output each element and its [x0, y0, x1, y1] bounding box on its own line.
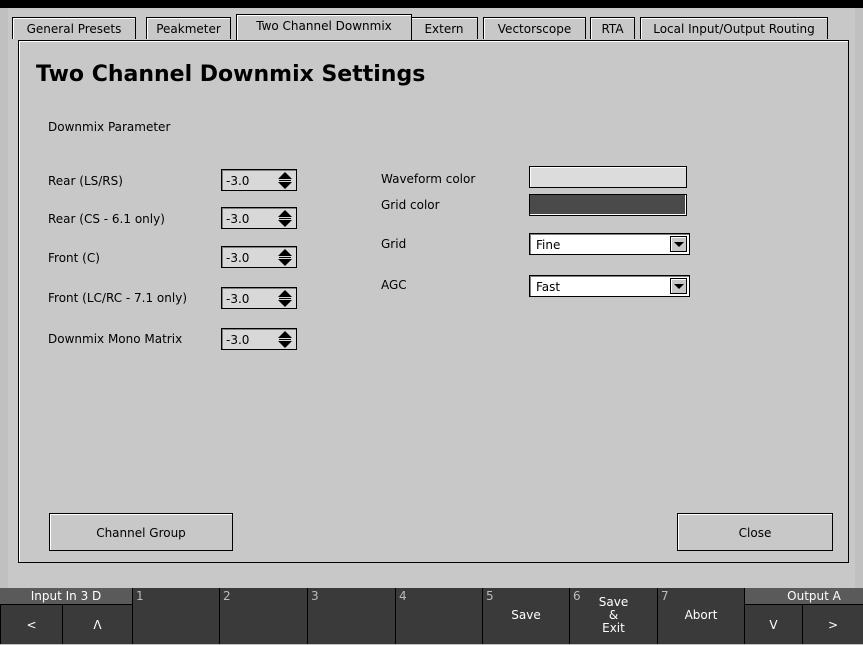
param-label-front-c: Front (C) — [48, 251, 100, 265]
agc-label: AGC — [381, 278, 407, 292]
save-exit-label-line2: & — [608, 608, 619, 622]
rear-ls-rs-stepper[interactable]: -3.0 — [221, 169, 297, 191]
up-down-arrows-icon[interactable] — [278, 290, 292, 307]
stepper-value: -3.0 — [226, 333, 250, 347]
softkey-number: 4 — [399, 589, 407, 603]
output-right-button[interactable]: > — [802, 604, 863, 644]
input-label: Input In 3 D — [30, 589, 102, 603]
agc-select[interactable]: Fast — [529, 275, 690, 297]
param-label-downmix-mono: Downmix Mono Matrix — [48, 332, 183, 346]
grid-color-swatch[interactable] — [529, 194, 687, 216]
param-label-rear-ls-rs: Rear (LS/RS) — [48, 174, 123, 188]
tab-two-channel-downmix[interactable]: Two Channel Downmix — [236, 14, 412, 40]
input-up-button[interactable]: Λ — [62, 604, 132, 644]
chevron-down-icon[interactable] — [670, 236, 687, 252]
up-down-arrows-icon[interactable] — [278, 249, 292, 266]
section-label: Downmix Parameter — [48, 120, 171, 134]
tab-rta[interactable]: RTA — [590, 17, 635, 39]
softkey-3[interactable]: 3 — [307, 588, 395, 644]
grid-label: Grid — [381, 237, 407, 251]
agc-select-value: Fast — [536, 280, 561, 294]
softkey-4[interactable]: 4 — [395, 588, 482, 644]
stepper-value: -3.0 — [226, 212, 250, 226]
output-down-button[interactable]: V — [744, 604, 802, 644]
save-exit-label-line1: Save — [598, 595, 629, 609]
save-softkey[interactable]: 5 Save — [482, 588, 569, 644]
softkey-number: 2 — [223, 589, 231, 603]
up-down-arrows-icon[interactable] — [278, 172, 292, 189]
page-title: Two Channel Downmix Settings — [36, 62, 426, 87]
stepper-value: -3.0 — [226, 292, 250, 306]
front-lc-rc-stepper[interactable]: -3.0 — [221, 287, 297, 309]
output-label: Output A — [787, 589, 841, 603]
save-exit-label-line3: Exit — [602, 621, 625, 635]
tab-vectorscope[interactable]: Vectorscope — [483, 17, 586, 39]
input-left-button[interactable]: < — [0, 604, 62, 644]
output-selector-header: Output A — [744, 588, 863, 604]
grid-select[interactable]: Fine — [529, 233, 690, 255]
tab-peakmeter[interactable]: Peakmeter — [146, 17, 231, 39]
waveform-color-swatch[interactable] — [529, 166, 687, 188]
front-c-stepper[interactable]: -3.0 — [221, 246, 297, 268]
softkey-number: 5 — [486, 589, 494, 603]
softkey-number: 3 — [311, 589, 319, 603]
rear-cs-stepper[interactable]: -3.0 — [221, 207, 297, 229]
save-label: Save — [511, 608, 541, 622]
close-button[interactable]: Close — [677, 513, 833, 551]
abort-label: Abort — [684, 608, 718, 622]
tab-extern[interactable]: Extern — [410, 17, 478, 39]
abort-softkey[interactable]: 7 Abort — [657, 588, 744, 644]
stepper-value: -3.0 — [226, 251, 250, 265]
tab-local-io-routing[interactable]: Local Input/Output Routing — [640, 17, 828, 39]
up-down-arrows-icon[interactable] — [278, 210, 292, 227]
waveform-color-label: Waveform color — [381, 172, 476, 186]
up-down-arrows-icon[interactable] — [278, 331, 292, 348]
channel-group-button[interactable]: Channel Group — [49, 513, 233, 551]
tab-general-presets[interactable]: General Presets — [12, 17, 136, 39]
softkey-1[interactable]: 1 — [132, 588, 219, 644]
param-label-rear-cs: Rear (CS - 6.1 only) — [48, 212, 165, 226]
top-bar — [0, 0, 863, 8]
chevron-down-icon[interactable] — [670, 278, 687, 294]
param-label-front-lc-rc: Front (LC/RC - 7.1 only) — [48, 291, 187, 305]
softkey-number: 1 — [136, 589, 144, 603]
grid-color-label: Grid color — [381, 198, 440, 212]
softkey-2[interactable]: 2 — [219, 588, 307, 644]
stepper-value: -3.0 — [226, 174, 250, 188]
input-selector-header: Input In 3 D — [0, 588, 132, 604]
downmix-mono-stepper[interactable]: -3.0 — [221, 328, 297, 350]
grid-select-value: Fine — [536, 238, 561, 252]
softkey-number: 7 — [661, 589, 669, 603]
save-exit-softkey[interactable]: 6 Save & Exit — [569, 588, 657, 644]
